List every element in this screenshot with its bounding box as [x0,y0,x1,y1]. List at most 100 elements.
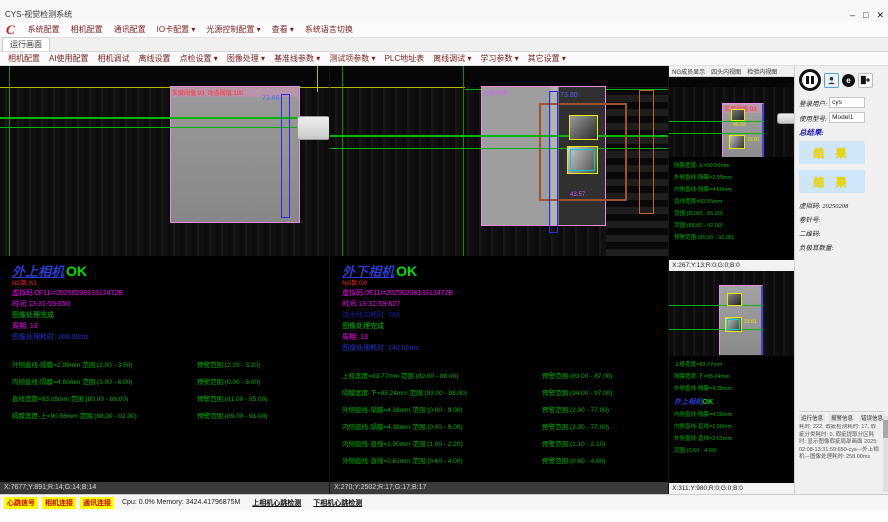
log-scrollbar[interactable] [883,416,888,492]
pixel-coords-bar: X:7677;Y:891;R:14;G:14;B:14 [0,482,329,494]
connector-part [297,116,329,140]
tab-error-info[interactable]: 错误信息 [859,414,885,422]
process-done-label: 图像处理完成 [342,321,668,332]
process-done-label: 图像处理完成 [12,310,329,321]
measure-value-label: 73.80 [560,92,578,99]
tool-learning-params[interactable]: 学习参数 ▾ [480,53,518,64]
tool-camera-debug[interactable]: 相机调试 [98,53,130,64]
login-label: 登录用户: [799,98,827,108]
menu-view[interactable]: 查看 ▾ [272,24,294,35]
tab-cyan-inner-box [570,149,595,171]
violet-value-label: 43.57 [570,192,585,198]
tool-plc-address[interactable]: PLC地址表 [385,53,425,64]
right-bottom-image[interactable]: 23.81 [669,271,794,356]
tool-spotcheck-setting[interactable]: 点检设置 ▾ [180,53,218,64]
measurement-row: 外侧直线-隔膜=2.95mm 范围:(2.00 - 3.50)预警范围:(2.2… [12,357,329,374]
info-tabs: 运行信息 报警信息 错误信息 [799,411,885,422]
barcode-label: 虚拟码: 20250208 [799,200,885,210]
time-label: 时间:13-31-59-650 [12,299,329,310]
mini-line: 上极宽度=83.77mm [674,359,794,371]
right-top-image[interactable]: 灰度阈值:93 45.93 23.81 [669,77,794,157]
orange-roi-box [639,90,654,214]
tool-ai-config[interactable]: AI使用配置 [49,53,89,64]
measurement-row: 上极宽度=83.77mm 范围:(82.00 - 88.00)预警范围:(83.… [342,368,668,385]
mini-line: 外侧直线-隔膜=2.95mm [674,172,794,184]
warn-range-text: 预警范围:(94.00 - 97.00) [542,385,612,402]
mini-line: 范围:(88.00 - 92.00) [674,220,794,232]
measurement-text: 外侧直线-直线=2.61mm 范围:(0.60 - 4.00) [342,453,542,470]
tab-ng-members[interactable]: NG成员显示 [672,67,705,76]
app-logo-icon: C [6,23,15,36]
login-field[interactable]: cys [829,97,865,108]
pixel-coords-bar: X:270;Y:2502;R:17;G:17;B:17 [330,482,668,494]
middle-camera-image[interactable]: AI检测框 73.80 43.57 [330,66,668,256]
tool-camera-config[interactable]: 相机配置 [8,53,40,64]
measurement-text: 直线宽度=83.05mm 范围:(80.00 - 86.00) [12,391,197,408]
user-login-button[interactable] [824,73,839,88]
warn-range-text: 预警范围:(0.00 - 8.00) [197,374,260,391]
baseline-green-v1 [342,66,343,256]
tool-other-settings[interactable]: 其它设置 ▾ [528,53,566,64]
warn-range-text: 预警范围:(89.00 - 91.00) [197,408,267,425]
pixel-coords-bar: X:311;Y:980;R:0;G:0;B:0 [669,483,794,494]
model-label: 使用型号: [799,113,827,123]
mini-connector-part [777,113,794,124]
lower-camera-heartbeat-link[interactable]: 下相机心跳检测 [313,498,362,508]
tool-offline-debug[interactable]: 离线调试 ▾ [433,53,471,64]
pipeline-label: 流水线ID耗时: 766 [342,310,668,321]
tool-offline-setting[interactable]: 离线设置 [139,53,171,64]
close-button[interactable]: ✕ [876,11,884,20]
menu-light-config[interactable]: 光源控制配置 ▾ [206,24,260,35]
menu-io-config[interactable]: IO卡配置 ▾ [157,24,196,35]
warn-range-text: 预警范围:(1.10 - 2.10) [542,436,605,453]
exit-button[interactable] [858,73,873,88]
mini-yellow-box-2 [729,135,745,149]
tool-baseline-params[interactable]: 基准线参数 ▾ [274,53,320,64]
menu-comm-config[interactable]: 通讯配置 [114,24,146,35]
upper-camera-heartbeat-link[interactable]: 上相机心跳检测 [252,498,301,508]
total-result-label: 总结果: [799,127,885,138]
tool-test-params[interactable]: 测试项参数 ▾ [329,53,375,64]
camera-name-label: 外上相机 [12,264,64,279]
tab-run-screen[interactable]: 运行画面 [2,37,50,51]
mini-yellow-box-2 [725,317,742,332]
ng-count-label: NG数:0/0 [342,281,668,288]
mini-box-value-2: 23.81 [747,137,760,143]
barcode-label: 虚拟码:0F11i=2025020813313472B [342,288,668,299]
middle-result-panel: 外下相机OK NG数:0/0 虚拟码:0F11i=202502081331347… [330,256,668,482]
model-row: 使用型号: Model1 [799,112,885,123]
mini-line: 范围:(0.60 - 4.00) [674,445,794,457]
mini-line: 预警范围:(89.00 - 91.00) [674,232,794,244]
mini-green-line-2 [669,329,763,330]
mini-yellow-box-1 [731,109,745,121]
maximize-button[interactable]: □ [863,11,868,20]
tab-view-2[interactable]: 检验内视图 [747,67,777,76]
menu-camera-config[interactable]: 相机配置 [71,24,103,35]
model-field[interactable]: Model1 [829,112,865,123]
tab-view-1[interactable]: 四头内视图 [711,67,741,76]
menu-language-switch[interactable]: 系统语言切换 [305,24,353,35]
toolbar: 相机配置 AI使用配置 相机调试 离线设置 点检设置 ▾ 图像处理 ▾ 基准线参… [0,52,888,66]
right-panels-column: NG成员显示 四头内视图 检验内视图 灰度阈值:93 45.93 23.81 [669,66,795,494]
image-top-band [330,66,668,87]
minimize-button[interactable]: – [850,11,855,20]
tool-image-processing[interactable]: 图像处理 ▾ [227,53,265,64]
tab-alarm-info[interactable]: 报警信息 [829,414,855,422]
measurement-text: 内侧直线-隔膜=4.38mm 范围:(0.00 - 9.00) [342,419,542,436]
left-camera-image[interactable]: 灰度阈值:93, 动态阈值:100 73.66 [0,66,329,256]
comm-connect-badge: 通讯连接 [80,497,114,509]
measurement-text: 隔膜宽度-下=95.24mm 范围:(93.00 - 98.00) [342,385,542,402]
mini-line: 隔膜宽度-上=90.56mm [674,160,794,172]
baseline-yellow-h [330,87,465,88]
mini-line: 范围:(80.00 - 86.00) [674,208,794,220]
tab-run-info[interactable]: 运行信息 [799,414,825,422]
menu-system-config[interactable]: 系统配置 [28,24,60,35]
e-button[interactable]: e [842,74,855,87]
cpu-memory-label: Cpu: 0.0% Memory: 3424.41796875M [122,499,240,506]
warn-range-text: 预警范围:(2.00 - 77.00) [542,402,609,419]
pause-button[interactable] [799,69,821,91]
scrollbar-thumb[interactable] [883,420,888,438]
mini-line: 内侧直线-直线=1.90mm [674,421,794,433]
pixel-coords-bar: X:267;Y:13;R:0;G:0;B:0 [669,260,794,271]
result-ok-label: OK [396,263,417,279]
